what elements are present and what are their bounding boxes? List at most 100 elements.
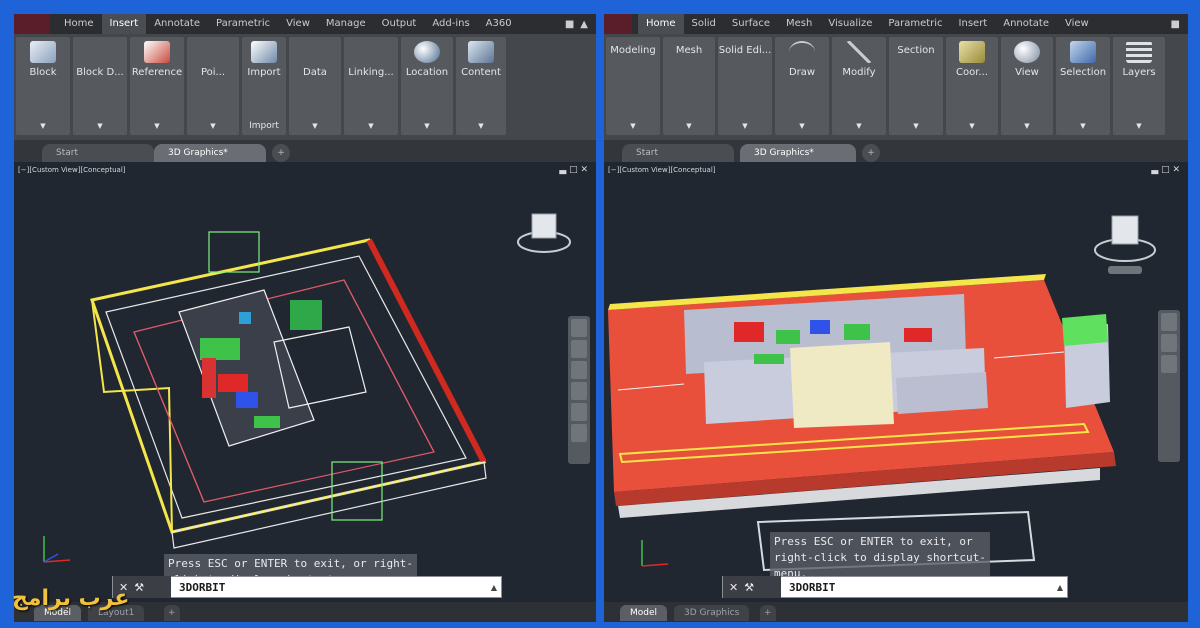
panel-section[interactable]: Section ▼ xyxy=(889,37,943,135)
new-layout-button[interactable]: + xyxy=(760,605,776,621)
chevron-down-icon[interactable]: ▼ xyxy=(742,122,747,130)
ribbon-options-icon[interactable]: ■ xyxy=(565,19,574,30)
panel-selection[interactable]: Selection ▼ xyxy=(1056,37,1110,135)
showmotion-icon[interactable] xyxy=(571,382,587,400)
zoom-icon[interactable] xyxy=(571,340,587,358)
model-viewport[interactable]: [−][Custom View][Conceptual] ▃ □ ✕ Press… xyxy=(604,162,1188,602)
new-tab-button[interactable]: + xyxy=(272,144,290,162)
panel-modeling[interactable]: Modeling ▼ xyxy=(606,37,660,135)
steering-wheel-icon[interactable] xyxy=(571,403,587,421)
panel-linking[interactable]: Linking... ▼ xyxy=(344,37,398,135)
panel-content[interactable]: Content ▼ xyxy=(456,37,506,135)
panel-location[interactable]: Location ▼ xyxy=(401,37,453,135)
panel-solid-editing[interactable]: Solid Edi... ▼ xyxy=(718,37,772,135)
chevron-down-icon[interactable]: ▼ xyxy=(97,122,102,130)
command-input[interactable]: 3DORBIT xyxy=(781,581,1057,594)
application-menu-button[interactable] xyxy=(14,14,50,34)
file-tab-start[interactable]: Start xyxy=(622,144,734,162)
tab-view[interactable]: View xyxy=(1057,14,1097,34)
tab-view[interactable]: View xyxy=(278,14,318,34)
panel-label: Modify xyxy=(842,67,876,78)
chevron-down-icon[interactable]: ▼ xyxy=(368,122,373,130)
orbit-icon[interactable] xyxy=(1161,355,1177,373)
command-line[interactable]: ✕ ⚒ 3DORBIT ▲ xyxy=(722,576,1068,598)
zoom-icon[interactable] xyxy=(1161,334,1177,352)
chevron-down-icon[interactable]: ▼ xyxy=(40,122,45,130)
view-icon xyxy=(1014,41,1040,63)
panel-point-cloud[interactable]: Poi... ▼ xyxy=(187,37,239,135)
chevron-up-icon[interactable]: ▲ xyxy=(491,583,501,592)
tab-add-ins[interactable]: Add-ins xyxy=(424,14,477,34)
chevron-down-icon[interactable]: ▼ xyxy=(913,122,918,130)
navigation-bar[interactable] xyxy=(568,316,590,464)
viewcube[interactable] xyxy=(514,208,574,272)
wrench-icon[interactable]: ⚒ xyxy=(744,581,754,594)
new-layout-button[interactable]: + xyxy=(164,605,180,621)
tab-insert[interactable]: Insert xyxy=(951,14,996,34)
chevron-down-icon[interactable]: ▼ xyxy=(154,122,159,130)
chevron-down-icon[interactable]: ▼ xyxy=(1136,122,1141,130)
ribbon-options-icon[interactable]: ■ xyxy=(1171,19,1180,30)
navigation-bar[interactable] xyxy=(1158,310,1180,462)
viewcube[interactable] xyxy=(1090,202,1160,286)
tab-output[interactable]: Output xyxy=(374,14,425,34)
application-menu-button[interactable] xyxy=(604,14,632,34)
tab-surface[interactable]: Surface xyxy=(724,14,778,34)
ribbon-minimize-icon[interactable]: ▲ xyxy=(580,19,588,30)
tab-annotate[interactable]: Annotate xyxy=(995,14,1057,34)
tab-mesh[interactable]: Mesh xyxy=(778,14,820,34)
tab-home[interactable]: Home xyxy=(56,14,102,34)
chevron-down-icon[interactable]: ▼ xyxy=(478,122,483,130)
layout-tab-model[interactable]: Model xyxy=(620,605,668,621)
tab-manage[interactable]: Manage xyxy=(318,14,374,34)
tab-parametric[interactable]: Parametric xyxy=(880,14,950,34)
new-tab-button[interactable]: + xyxy=(862,144,880,162)
orbit-icon[interactable] xyxy=(571,361,587,379)
panel-draw[interactable]: Draw ▼ xyxy=(775,37,829,135)
panel-view[interactable]: View ▼ xyxy=(1001,37,1053,135)
chevron-up-icon[interactable]: ▲ xyxy=(1057,583,1067,592)
content-icon xyxy=(468,41,494,63)
panel-reference[interactable]: Reference ▼ xyxy=(130,37,184,135)
chevron-down-icon[interactable]: ▼ xyxy=(424,122,429,130)
chevron-down-icon[interactable]: ▼ xyxy=(210,122,215,130)
tab-visualize[interactable]: Visualize xyxy=(820,14,880,34)
model-viewport[interactable]: [−][Custom View][Conceptual] ▃ □ ✕ Press… xyxy=(14,162,596,602)
file-tab-3d-graphics[interactable]: 3D Graphics* xyxy=(154,144,266,162)
command-input[interactable]: 3DORBIT xyxy=(171,581,491,594)
chevron-down-icon[interactable]: ▼ xyxy=(856,122,861,130)
wrench-icon[interactable]: ⚒ xyxy=(134,581,144,594)
tab-home[interactable]: Home xyxy=(638,14,684,34)
tab-annotate[interactable]: Annotate xyxy=(146,14,208,34)
file-tab-3d-graphics[interactable]: 3D Graphics* xyxy=(740,144,856,162)
tab-insert[interactable]: Insert xyxy=(101,14,147,34)
layout-tab-3d-graphics[interactable]: 3D Graphics xyxy=(674,605,750,621)
chevron-down-icon[interactable]: ▼ xyxy=(799,122,804,130)
panel-coordinates[interactable]: Coor... ▼ xyxy=(946,37,998,135)
globe-icon xyxy=(414,41,440,63)
chevron-down-icon[interactable]: ▼ xyxy=(969,122,974,130)
chevron-down-icon[interactable]: ▼ xyxy=(1080,122,1085,130)
chevron-down-icon[interactable]: ▼ xyxy=(630,122,635,130)
tab-a360[interactable]: A360 xyxy=(478,14,520,34)
panel-data[interactable]: Data ▼ xyxy=(289,37,341,135)
file-tab-start[interactable]: Start xyxy=(42,144,154,162)
panel-label: Linking... xyxy=(348,67,394,78)
panel-mesh[interactable]: Mesh ▼ xyxy=(663,37,715,135)
chevron-down-icon[interactable]: ▼ xyxy=(1024,122,1029,130)
chevron-down-icon[interactable]: ▼ xyxy=(312,122,317,130)
panel-modify[interactable]: Modify ▼ xyxy=(832,37,886,135)
panel-block-definition[interactable]: Block D... ▼ xyxy=(73,37,127,135)
chevron-down-icon[interactable]: ▼ xyxy=(686,122,691,130)
ribbon-window-controls: ■ xyxy=(1171,19,1188,30)
close-icon[interactable]: ✕ xyxy=(729,581,738,594)
pan-icon[interactable] xyxy=(571,319,587,337)
tab-solid[interactable]: Solid xyxy=(684,14,724,34)
panel-import[interactable]: Import Import xyxy=(242,37,286,135)
panel-layers[interactable]: Layers ▼ xyxy=(1113,37,1165,135)
command-line[interactable]: ✕ ⚒ 3DORBIT ▲ xyxy=(112,576,502,598)
panel-block[interactable]: Block ▼ xyxy=(16,37,70,135)
navbar-menu-icon[interactable] xyxy=(571,424,587,442)
pan-icon[interactable] xyxy=(1161,313,1177,331)
tab-parametric[interactable]: Parametric xyxy=(208,14,278,34)
